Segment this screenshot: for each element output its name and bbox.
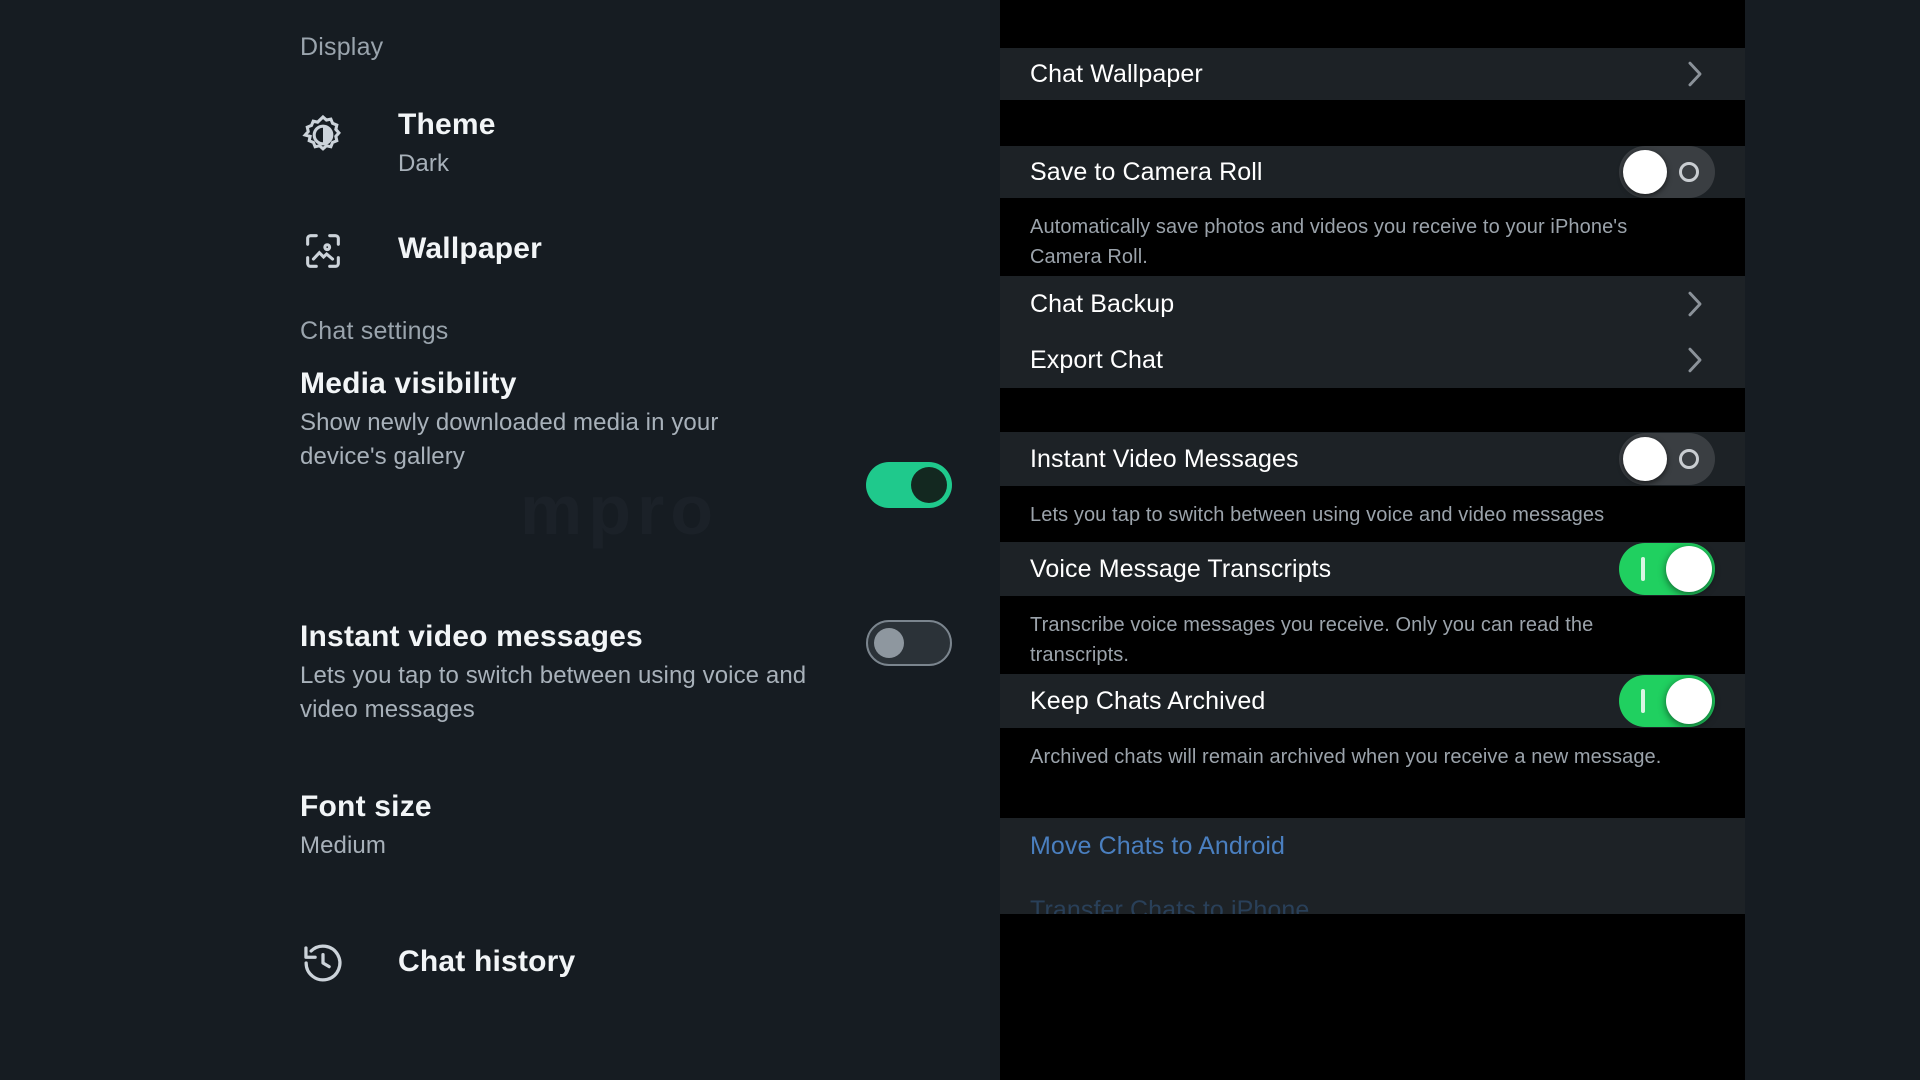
settings-row-media-visibility[interactable]: Media visibility Show newly downloaded m… (300, 367, 860, 474)
chevron-right-icon (1687, 347, 1703, 373)
settings-row-font-size[interactable]: Font size Medium (300, 790, 860, 863)
toggle-knob (874, 628, 904, 658)
ios-row-export-chat-label: Export Chat (1030, 345, 1164, 374)
screen-root: mpro Display Theme Dark Wallpaper Chat s… (0, 0, 1920, 1080)
settings-row-wallpaper[interactable]: Wallpaper (300, 232, 960, 268)
toggle-save-to-camera-roll[interactable] (1619, 146, 1715, 198)
ios-row-instant-video-messages[interactable]: Instant Video Messages (1000, 432, 1745, 486)
toggle-keep-chats-archived[interactable] (1619, 675, 1715, 727)
ios-row-save-to-camera-roll[interactable]: Save to Camera Roll (1000, 146, 1745, 198)
settings-row-wallpaper-title: Wallpaper (398, 232, 543, 265)
toggle-on-indicator (1641, 557, 1645, 581)
ios-note-block: Archived chats will remain archived when… (1000, 728, 1745, 818)
toggle-media-visibility[interactable] (866, 462, 952, 508)
settings-row-theme-value: Dark (398, 150, 450, 177)
settings-row-theme[interactable]: Theme Dark (300, 108, 960, 181)
ios-note-block: Transcribe voice messages you receive. O… (1000, 596, 1745, 674)
toggle-knob (911, 467, 947, 503)
settings-row-font-size-title: Font size (300, 790, 432, 823)
ios-row-chat-backup-label: Chat Backup (1030, 289, 1175, 318)
toggle-on-indicator (1641, 689, 1645, 713)
settings-row-media-visibility-title: Media visibility (300, 367, 517, 400)
settings-row-instant-video-messages[interactable]: Instant video messages Lets you tap to s… (300, 620, 860, 727)
ios-group-gap (1000, 100, 1745, 146)
toggle-knob (1666, 678, 1712, 724)
ios-group-gap (1000, 0, 1745, 48)
ios-link-transfer-chats-to-iphone[interactable]: Transfer Chats to iPhone (1030, 896, 1309, 915)
settings-row-media-visibility-subtitle: Show newly downloaded media in your devi… (300, 409, 719, 470)
settings-row-chat-history-title: Chat history (398, 945, 576, 978)
ios-note-instant-video-messages: Lets you tap to switch between using voi… (1030, 504, 1605, 526)
ios-row-chat-backup[interactable]: Chat Backup (1000, 276, 1745, 332)
ios-settings-panel: Chat Wallpaper Save to Camera Roll Autom… (1000, 0, 1745, 1080)
toggle-off-indicator (1679, 449, 1699, 469)
section-header-display: Display (300, 33, 384, 61)
settings-row-instant-video-messages-title: Instant video messages (300, 620, 643, 653)
settings-row-font-size-value: Medium (300, 832, 386, 859)
ios-row-chat-wallpaper-label: Chat Wallpaper (1030, 59, 1203, 88)
ios-row-save-to-camera-roll-label: Save to Camera Roll (1030, 157, 1263, 186)
background-watermark: mpro (520, 471, 719, 549)
section-header-chat-settings: Chat settings (300, 317, 449, 345)
chevron-right-icon (1687, 291, 1703, 317)
ios-row-voice-message-transcripts[interactable]: Voice Message Transcripts (1000, 542, 1745, 596)
settings-row-instant-video-messages-subtitle: Lets you tap to switch between using voi… (300, 662, 807, 723)
brightness-icon (300, 112, 346, 158)
ios-group-gap (1000, 388, 1745, 432)
ios-note-save-to-camera-roll: Automatically save photos and videos you… (1030, 216, 1628, 268)
ios-row-keep-chats-archived[interactable]: Keep Chats Archived (1000, 674, 1745, 728)
ios-note-block: Lets you tap to switch between using voi… (1000, 486, 1745, 542)
ios-row-transfer-chats-to-iphone[interactable]: Transfer Chats to iPhone (1000, 874, 1745, 914)
toggle-knob (1623, 437, 1667, 481)
toggle-off-indicator (1679, 162, 1699, 182)
ios-row-chat-wallpaper[interactable]: Chat Wallpaper (1000, 48, 1745, 100)
ios-row-keep-chats-archived-label: Keep Chats Archived (1030, 686, 1266, 715)
toggle-voice-message-transcripts[interactable] (1619, 543, 1715, 595)
android-settings-panel: mpro Display Theme Dark Wallpaper Chat s… (0, 0, 1000, 1080)
ios-row-export-chat[interactable]: Export Chat (1000, 332, 1745, 388)
ios-row-instant-video-messages-label: Instant Video Messages (1030, 444, 1299, 473)
ios-note-block: Automatically save photos and videos you… (1000, 198, 1745, 276)
history-icon (300, 940, 346, 986)
wallpaper-icon (300, 228, 346, 274)
ios-row-move-chats-to-android[interactable]: Move Chats to Android (1000, 818, 1745, 874)
settings-row-chat-history[interactable]: Chat history (300, 944, 960, 982)
toggle-instant-video-messages-ios[interactable] (1619, 433, 1715, 485)
ios-note-voice-message-transcripts: Transcribe voice messages you receive. O… (1030, 614, 1594, 666)
toggle-instant-video-messages[interactable] (866, 620, 952, 666)
ios-link-move-chats-to-android[interactable]: Move Chats to Android (1030, 832, 1285, 861)
toggle-knob (1623, 150, 1667, 194)
chevron-right-icon (1687, 61, 1703, 87)
ios-row-voice-message-transcripts-label: Voice Message Transcripts (1030, 554, 1332, 583)
ios-note-keep-chats-archived: Archived chats will remain archived when… (1030, 746, 1662, 768)
toggle-knob (1666, 546, 1712, 592)
settings-row-theme-title: Theme (398, 108, 496, 141)
